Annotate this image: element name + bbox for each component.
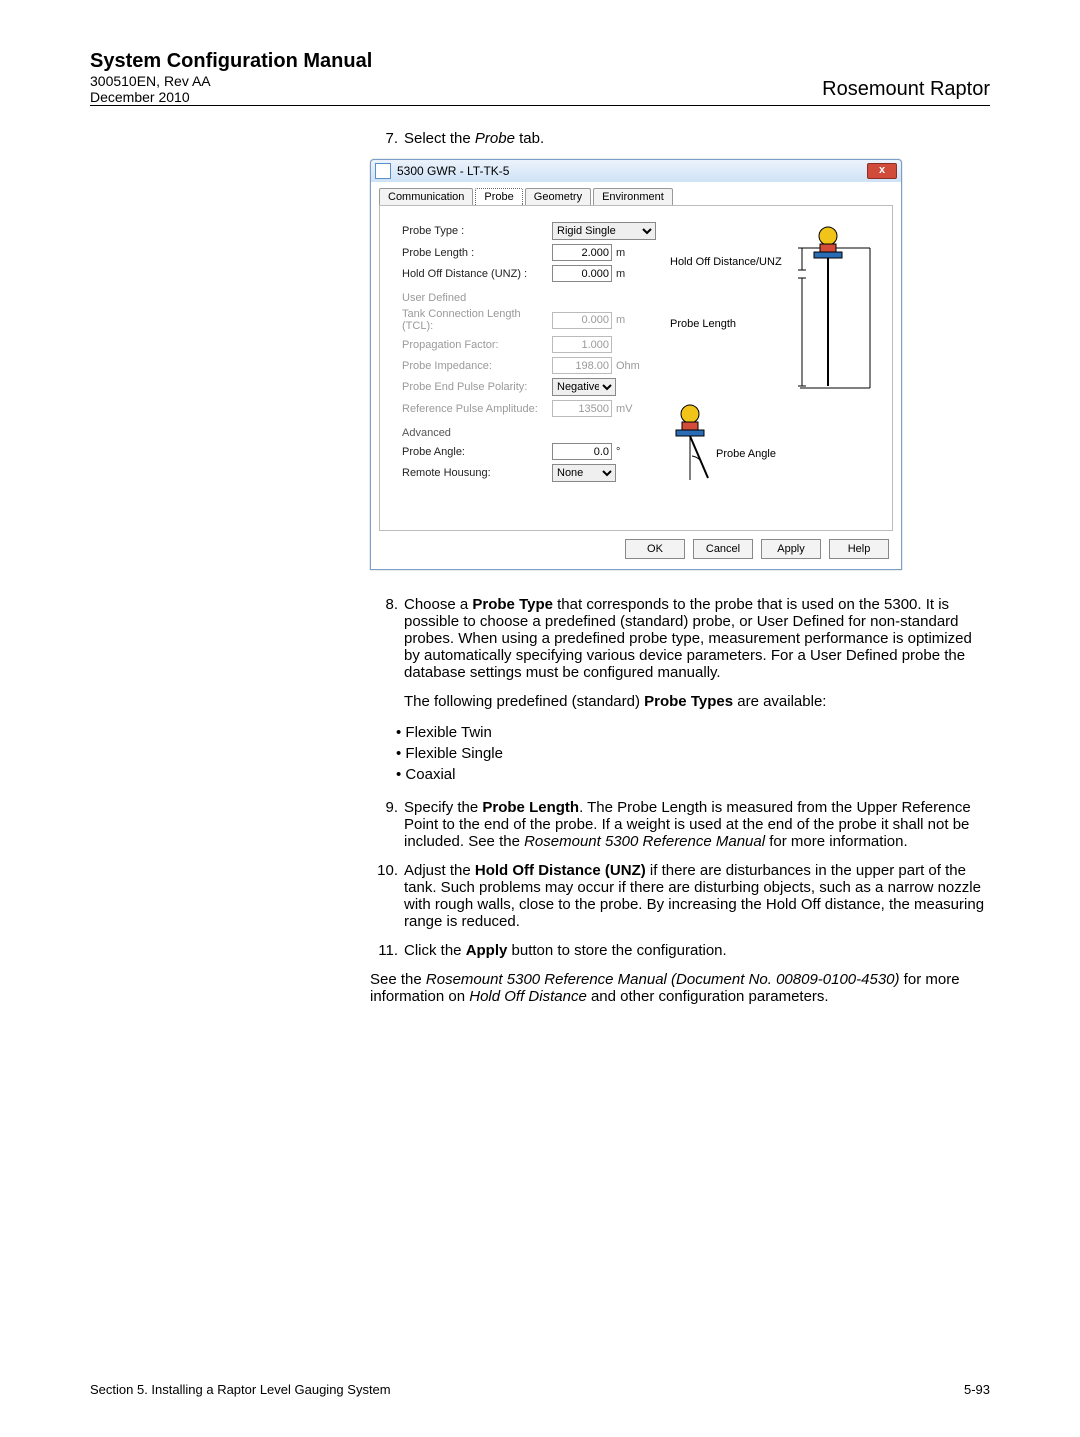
doc-title: System Configuration Manual [90, 50, 372, 73]
probe-types-list: Flexible Twin Flexible Single Coaxial [396, 724, 990, 783]
label-tcl: Tank Connection Length (TCL): [402, 308, 552, 332]
list-item: Flexible Twin [396, 724, 990, 741]
tab-environment[interactable]: Environment [593, 188, 673, 205]
select-probe-type[interactable]: Rigid Single [552, 222, 656, 240]
list-item: Coaxial [396, 766, 990, 783]
step-8-para2: The following predefined (standard) Prob… [404, 693, 990, 710]
label-probe-length: Probe Length : [402, 247, 552, 259]
probe-dialog: 5300 GWR - LT-TK-5 x Communication Probe… [370, 159, 902, 570]
diagram-label-probe-length: Probe Length [670, 318, 736, 330]
label-pi: Probe Impedance: [402, 360, 552, 372]
close-icon[interactable]: x [867, 163, 897, 179]
doc-date: December 2010 [90, 89, 372, 105]
input-probe-angle[interactable] [552, 443, 612, 460]
group-user-defined: User Defined [402, 292, 662, 304]
input-tcl [552, 312, 612, 329]
select-remote-housing[interactable]: None [552, 464, 616, 482]
label-pf: Propagation Factor: [402, 339, 552, 351]
unit-m: m [616, 247, 644, 259]
diagram-label-hold-off: Hold Off Distance/UNZ [670, 256, 782, 268]
label-probe-type: Probe Type : [402, 225, 552, 237]
footer-page: 5-93 [964, 1382, 990, 1397]
footer-section: Section 5. Installing a Raptor Level Gau… [90, 1382, 391, 1397]
probe-diagram: Hold Off Distance/UNZ Probe Length [670, 218, 880, 398]
input-hold-off[interactable] [552, 265, 612, 282]
step-8: 8. Choose a Probe Type that corresponds … [370, 596, 990, 681]
input-rpa [552, 400, 612, 417]
tab-communication[interactable]: Communication [379, 188, 473, 205]
tab-probe[interactable]: Probe [475, 188, 522, 205]
probe-angle-diagram: Probe Angle [670, 398, 880, 488]
ok-button[interactable]: OK [625, 539, 685, 559]
input-probe-length[interactable] [552, 244, 612, 261]
diagram-label-probe-angle: Probe Angle [716, 448, 776, 460]
help-button[interactable]: Help [829, 539, 889, 559]
dialog-tabs: Communication Probe Geometry Environment [371, 182, 901, 205]
list-item: Flexible Single [396, 745, 990, 762]
group-advanced: Advanced [402, 427, 662, 439]
step-7: 7. Select the Probe tab. [370, 130, 990, 147]
label-probe-angle: Probe Angle: [402, 446, 552, 458]
label-rpa: Reference Pulse Amplitude: [402, 403, 552, 415]
label-remote-housing: Remote Housung: [402, 467, 552, 479]
unit-m2: m [616, 268, 644, 280]
dialog-title: 5300 GWR - LT-TK-5 [397, 164, 509, 178]
apply-button[interactable]: Apply [761, 539, 821, 559]
diagram-svg [670, 218, 880, 398]
step-9: 9. Specify the Probe Length. The Probe L… [370, 799, 990, 850]
label-pep: Probe End Pulse Polarity: [402, 381, 552, 393]
dialog-titlebar: 5300 GWR - LT-TK-5 x [371, 160, 901, 182]
window-icon [375, 163, 391, 179]
tab-geometry[interactable]: Geometry [525, 188, 591, 205]
select-pep: Negative [552, 378, 616, 396]
doc-number: 300510EN, Rev AA [90, 73, 372, 89]
input-pf [552, 336, 612, 353]
closing-paragraph: See the Rosemount 5300 Reference Manual … [370, 971, 990, 1005]
product-name: Rosemount Raptor [822, 78, 990, 101]
cancel-button[interactable]: Cancel [693, 539, 753, 559]
input-pi [552, 357, 612, 374]
step-10: 10. Adjust the Hold Off Distance (UNZ) i… [370, 862, 990, 930]
step-11: 11. Click the Apply button to store the … [370, 942, 990, 959]
header-rule [90, 105, 990, 106]
label-hold-off: Hold Off Distance (UNZ) : [402, 268, 552, 280]
